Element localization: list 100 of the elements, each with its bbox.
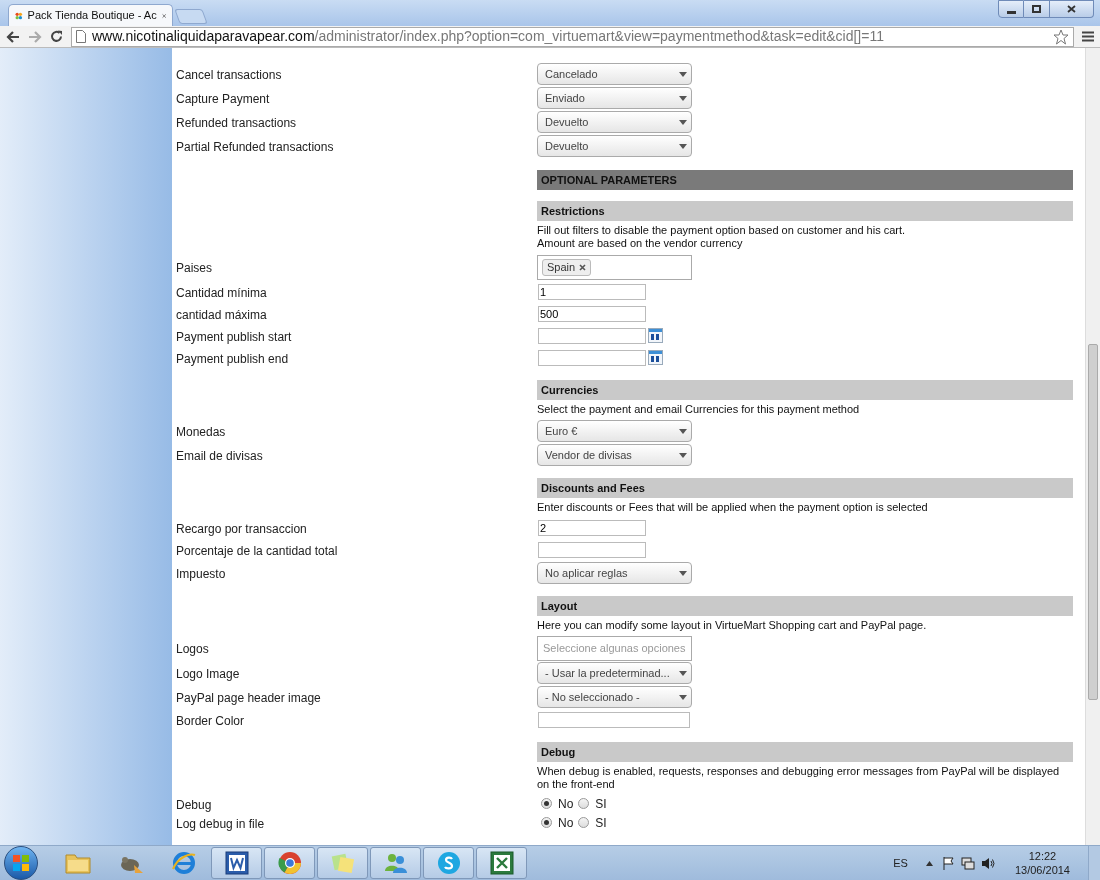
caret-icon [679, 71, 687, 77]
section-description: Here you can modify some layout in VirtueMart Shopping cart and PayPal page. [537, 618, 928, 633]
field-label: Cancel transactions [176, 68, 282, 82]
restore-button[interactable] [1024, 0, 1050, 18]
browser-e-icon [169, 851, 198, 875]
up-arrow-icon[interactable] [925, 860, 933, 866]
calendar-icon[interactable] [648, 350, 663, 365]
reload-icon[interactable] [50, 30, 63, 43]
close-icon [1067, 5, 1076, 13]
page-icon [76, 30, 86, 43]
browser-tab[interactable]: Pack Tienda Boutique - Ac [8, 4, 173, 26]
flag-icon[interactable] [942, 856, 955, 870]
field-label: Partial Refunded transactions [176, 140, 334, 154]
caret-icon [679, 95, 687, 101]
caret-icon [679, 428, 687, 434]
caret-icon [679, 670, 687, 676]
calendar-icon[interactable] [648, 328, 663, 343]
tag-chip[interactable]: Spain [542, 258, 592, 276]
dropdown[interactable]: Vendor de divisas [537, 444, 692, 466]
field-label: Log debug in file [176, 816, 265, 831]
input-field[interactable]: 500 [538, 306, 646, 322]
input-field[interactable] [538, 328, 646, 344]
radio-button[interactable] [541, 817, 552, 828]
caret-icon [679, 452, 687, 458]
dropdown[interactable]: Devuelto [537, 111, 692, 133]
section-header: Restrictions [537, 201, 1073, 221]
radio-label: SI [595, 814, 607, 832]
chat-icon [435, 850, 462, 876]
input-field[interactable] [538, 542, 646, 558]
dropdown[interactable]: No aplicar reglas [537, 562, 692, 584]
section-description: Fill out filters to disable the payment option based on customer and his cart. Amount are based on the vendor currency [537, 223, 907, 251]
radio-button[interactable] [541, 798, 552, 809]
radio-label: No [558, 795, 574, 813]
close-window-button[interactable] [1050, 0, 1094, 18]
taskbar-app[interactable] [211, 847, 262, 879]
multiselect-field[interactable]: Spain [537, 254, 692, 280]
dropdown[interactable]: Euro € [537, 420, 692, 442]
clock[interactable]: 12:22 13/06/2014 [1014, 849, 1070, 877]
start-button[interactable] [4, 846, 38, 880]
radio-button[interactable] [578, 817, 590, 828]
language-indicator[interactable]: ES [893, 854, 908, 872]
field-label: Monedas [176, 425, 226, 439]
field-label: Impuesto [176, 567, 226, 581]
field-label: Logo Image [176, 667, 240, 681]
field-label: Border Color [176, 714, 245, 728]
windows-logo-icon [13, 855, 29, 871]
input-field[interactable]: 1 [538, 284, 646, 300]
field-label: Payment publish end [176, 352, 289, 366]
dropdown[interactable]: - Usar la predeterminad... [537, 662, 692, 684]
taskbar-app[interactable] [264, 847, 315, 879]
field-label: Payment publish start [176, 330, 292, 344]
section-header: Layout [537, 596, 1073, 616]
browser-circle-icon [276, 850, 303, 876]
caret-icon [679, 119, 687, 125]
minimize-button[interactable] [998, 0, 1024, 18]
multiselect-field[interactable]: Seleccione algunas opciones [537, 635, 692, 661]
dropdown[interactable]: Devuelto [537, 135, 692, 157]
url-text: www.nicotinaliquidaparavapear.com/administrator/index.php?option=com_virtuemart&view=paymentmethod&task=edit&cid[]=11 [92, 27, 885, 46]
dropdown[interactable]: - No seleccionado - [537, 686, 692, 708]
clock-date: 13/06/2014 [1014, 863, 1070, 877]
spreadsheet-icon [488, 851, 515, 875]
scrollbar[interactable] [1085, 48, 1100, 845]
section-description: Enter discounts or Fees that will be applied when the payment option is selected [537, 500, 929, 515]
address-bar[interactable]: www.nicotinaliquidaparavapear.com/administrator/index.php?option=com_virtuemart&view=paymentmethod&task=edit&cid[]=11 [71, 26, 1074, 47]
caret-icon [679, 143, 687, 149]
section-header: Debug [537, 742, 1073, 762]
tab-title: Pack Tienda Boutique - Ac [27, 8, 157, 24]
caret-icon [679, 570, 687, 576]
field-label: Cantidad mínima [176, 286, 267, 300]
caret-icon [679, 694, 687, 700]
speaker-icon[interactable] [980, 856, 995, 870]
field-label: Paises [176, 261, 213, 275]
menu-icon[interactable] [1082, 31, 1094, 42]
folder-icon [63, 851, 92, 875]
section-description: Select the payment and email Currencies for this payment method [537, 402, 861, 417]
radio-button[interactable] [578, 798, 590, 809]
field-label: Logos [176, 642, 209, 656]
forward-arrow-icon[interactable] [28, 30, 42, 43]
field-label: Recargo por transaccion [176, 522, 307, 536]
back-arrow-icon[interactable] [6, 30, 20, 43]
input-field[interactable]: 2 [538, 520, 646, 536]
close-icon[interactable] [161, 11, 166, 20]
section-header: Currencies [537, 380, 1073, 400]
star-icon[interactable] [1053, 28, 1069, 45]
dropdown[interactable]: Enviado [537, 87, 692, 109]
remove-icon[interactable] [579, 263, 587, 271]
input-field[interactable] [538, 350, 646, 366]
radio-label: SI [595, 795, 607, 813]
field-label: Email de divisas [176, 449, 263, 463]
clock-time: 12:22 [1028, 849, 1057, 863]
input-field[interactable] [538, 712, 690, 728]
radio-label: No [558, 814, 574, 832]
taskbar-app[interactable] [476, 847, 527, 879]
dropdown[interactable]: Cancelado [537, 63, 692, 85]
network-icon[interactable] [960, 856, 975, 870]
document-icon [223, 851, 250, 875]
field-label: Debug [176, 797, 212, 812]
field-label: Refunded transactions [176, 116, 297, 130]
field-label: Capture Payment [176, 92, 270, 106]
field-label: PayPal page header image [176, 691, 321, 705]
